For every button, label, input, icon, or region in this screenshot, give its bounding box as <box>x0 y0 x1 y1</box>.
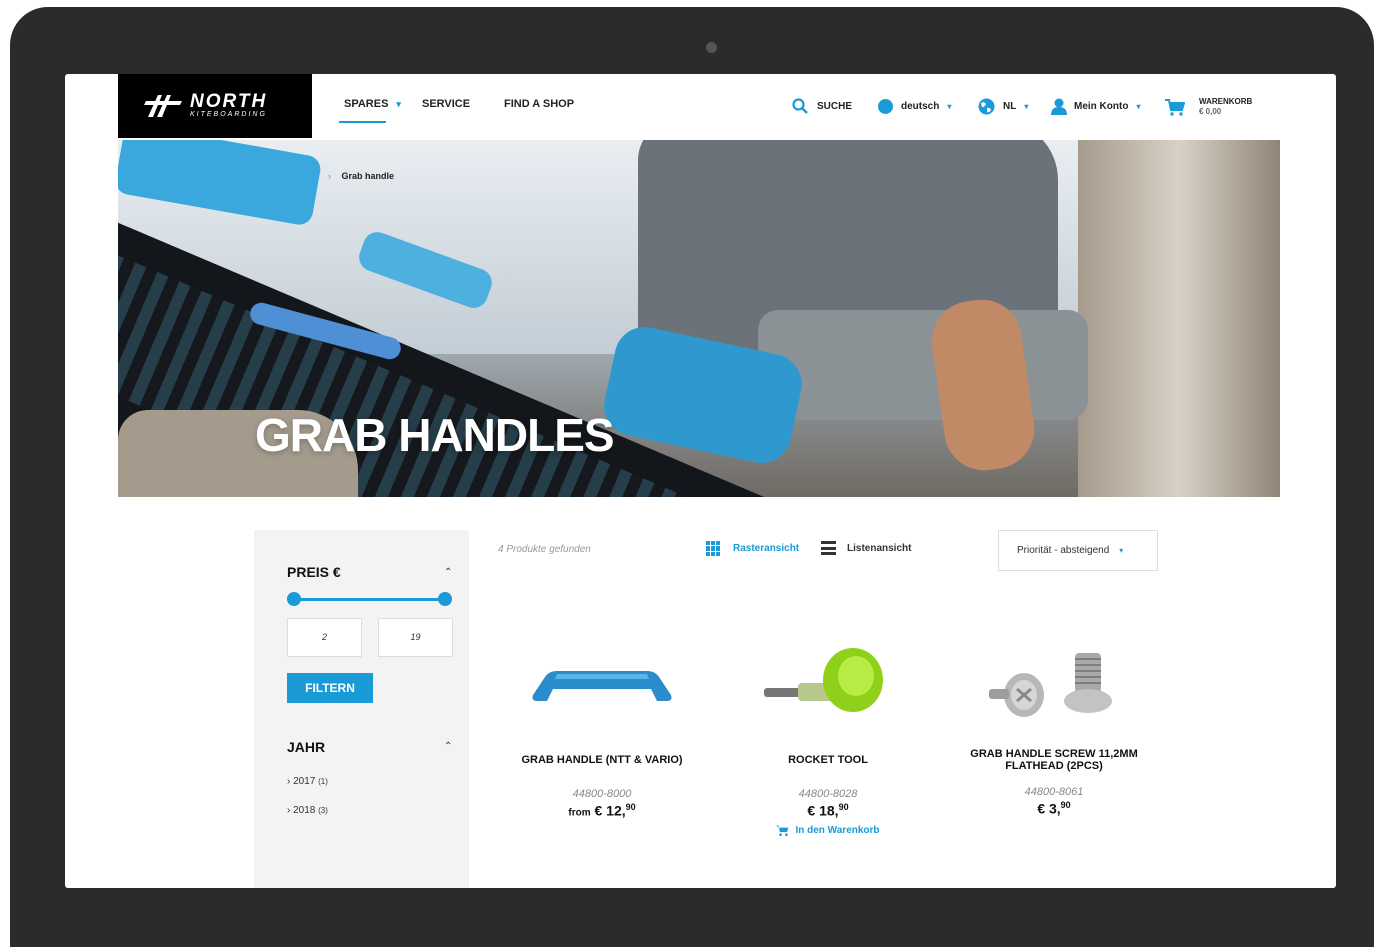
year-filter-2017[interactable]: › 2017 (1) <box>287 776 328 787</box>
grid-icon <box>706 541 721 556</box>
list-view-toggle[interactable]: Listenansicht <box>821 541 911 555</box>
user-icon <box>1051 98 1067 115</box>
chevron-up-icon[interactable]: ⌃ <box>444 741 452 752</box>
nav-find-a-shop[interactable]: FIND A SHOP <box>504 98 574 110</box>
account-label: Mein Konto <box>1074 101 1129 112</box>
product-name[interactable]: GRAB HANDLE SCREW 11,2MM FLATHEAD (2PCS) <box>955 748 1153 772</box>
price-heading[interactable]: PREIS € <box>287 564 341 580</box>
nav-find-a-shop-label: FIND A SHOP <box>504 98 575 110</box>
product-price: from € 12,90 <box>491 802 713 819</box>
add-to-cart-link[interactable]: In den Warenkorb <box>717 825 939 836</box>
list-icon <box>821 541 836 555</box>
price-slider-track[interactable] <box>294 598 446 601</box>
product-price: € 3,90 <box>943 800 1165 817</box>
price-main: € 12, <box>594 802 626 819</box>
chevron-down-icon: ▾ <box>396 98 401 109</box>
breadcrumb-separator: › <box>328 171 331 181</box>
globe-icon <box>978 98 995 115</box>
grid-view-label: Rasteransicht <box>733 543 800 554</box>
price-slider-max-handle[interactable] <box>438 592 452 606</box>
product-sku: 44800-8028 <box>798 788 858 800</box>
product-price: € 18,90 <box>717 802 939 819</box>
price-min-input[interactable]: 2 <box>287 618 362 657</box>
product-name[interactable]: GRAB HANDLE (NTT & VARIO) <box>521 754 682 766</box>
language-label: deutsch <box>901 101 940 112</box>
grab-handle-image <box>532 671 672 701</box>
filter-button[interactable]: FILTERN <box>287 673 373 703</box>
price-cents: 90 <box>838 802 849 812</box>
logo-wordmark: NORTH KITEBOARDING <box>190 91 268 119</box>
price-main: € 18, <box>807 802 839 819</box>
cart-icon <box>1165 98 1185 116</box>
nav-active-underline <box>339 121 386 123</box>
product-image[interactable] <box>717 635 939 735</box>
list-view-label: Listenansicht <box>847 542 912 554</box>
cart-summary: WARENKORB € 0,00 <box>1199 97 1252 117</box>
product-card-grab-handle-screw[interactable]: GRAB HANDLE SCREW 11,2MM FLATHEAD (2PCS)… <box>943 635 1165 817</box>
product-name[interactable]: ROCKET TOOL <box>788 754 868 766</box>
filter-sidebar: PREIS € ⌃ 2 19 FILTERN JAHR ⌃ › 2017 (1)… <box>254 530 469 888</box>
browser-viewport: NORTH KITEBOARDING SPARES ▾ SERVICE FIND… <box>65 74 1336 888</box>
screw-image <box>989 653 1112 717</box>
year-filter-2018[interactable]: › 2018 (3) <box>287 805 328 816</box>
north-logo[interactable]: NORTH KITEBOARDING <box>118 74 312 138</box>
year-heading[interactable]: JAHR <box>287 739 325 755</box>
hero-person-shorts <box>758 310 1088 420</box>
grid-view-toggle[interactable]: Rasteransicht <box>706 541 799 556</box>
page-title: GRAB HANDLES <box>255 409 615 461</box>
hero-driftwood <box>1078 140 1280 497</box>
language-selector[interactable]: deutsch ▾ <box>878 99 951 114</box>
chevron-up-icon[interactable]: ⌃ <box>444 567 452 578</box>
product-image[interactable] <box>491 635 713 735</box>
nav-service[interactable]: SERVICE <box>422 98 470 110</box>
cart-icon <box>776 825 789 836</box>
year-label: › 2018 <box>287 805 316 816</box>
sort-select[interactable]: Priorität - absteigend ▾ <box>998 530 1158 571</box>
product-card-grab-handle[interactable]: GRAB HANDLE (NTT & VARIO) 44800-8000 fro… <box>491 635 713 819</box>
price-prefix: from <box>568 807 591 819</box>
chevron-down-icon: ▾ <box>1119 546 1124 555</box>
search-label: SUCHE <box>817 100 853 112</box>
nav-service-label: SERVICE <box>422 98 471 110</box>
account-menu[interactable]: Mein Konto ▾ <box>1051 98 1140 115</box>
add-to-cart-label: In den Warenkorb <box>795 824 880 836</box>
chevron-down-icon: ▾ <box>1136 102 1141 111</box>
hero-banner: › Grab handle GRAB HANDLES <box>118 140 1280 497</box>
logo-brand: NORTH <box>190 91 268 112</box>
rocket-tool-image <box>764 648 883 712</box>
product-sku: 44800-8061 <box>1024 786 1084 798</box>
price-cents: 90 <box>625 802 636 812</box>
cart-total: € 0,00 <box>1199 107 1222 116</box>
cart-button[interactable]: WARENKORB € 0,00 <box>1165 97 1252 117</box>
nav-spares-label: SPARES <box>344 98 389 110</box>
price-main: € 3, <box>1037 800 1061 817</box>
camera-dot <box>706 42 717 53</box>
country-label: NL <box>1003 101 1017 112</box>
price-cents: 90 <box>1060 800 1071 810</box>
logo-sub: KITEBOARDING <box>190 111 267 118</box>
results-count: 4 Produkte gefunden <box>498 544 591 555</box>
price-slider-min-handle[interactable] <box>287 592 301 606</box>
search-icon <box>792 98 808 114</box>
north-logo-icon <box>144 95 182 117</box>
year-count: (3) <box>318 806 328 815</box>
product-image[interactable] <box>943 635 1165 735</box>
year-count: (1) <box>318 777 328 786</box>
breadcrumb: › Grab handle <box>328 171 394 181</box>
chevron-down-icon: ▾ <box>1024 102 1029 111</box>
nav-spares[interactable]: SPARES ▾ <box>344 98 401 110</box>
chevron-down-icon: ▾ <box>947 102 952 111</box>
sort-label: Priorität - absteigend <box>1017 545 1110 556</box>
cart-title: WARENKORB <box>1199 97 1253 106</box>
breadcrumb-current[interactable]: Grab handle <box>342 171 395 181</box>
product-sku: 44800-8000 <box>572 788 632 800</box>
product-card-rocket-tool[interactable]: ROCKET TOOL 44800-8028 € 18,90 In den Wa… <box>717 635 939 836</box>
year-label: › 2017 <box>287 776 316 787</box>
search-button[interactable]: SUCHE <box>792 98 852 114</box>
country-selector[interactable]: NL ▾ <box>978 98 1028 115</box>
language-icon <box>878 99 893 114</box>
price-max-input[interactable]: 19 <box>378 618 453 657</box>
